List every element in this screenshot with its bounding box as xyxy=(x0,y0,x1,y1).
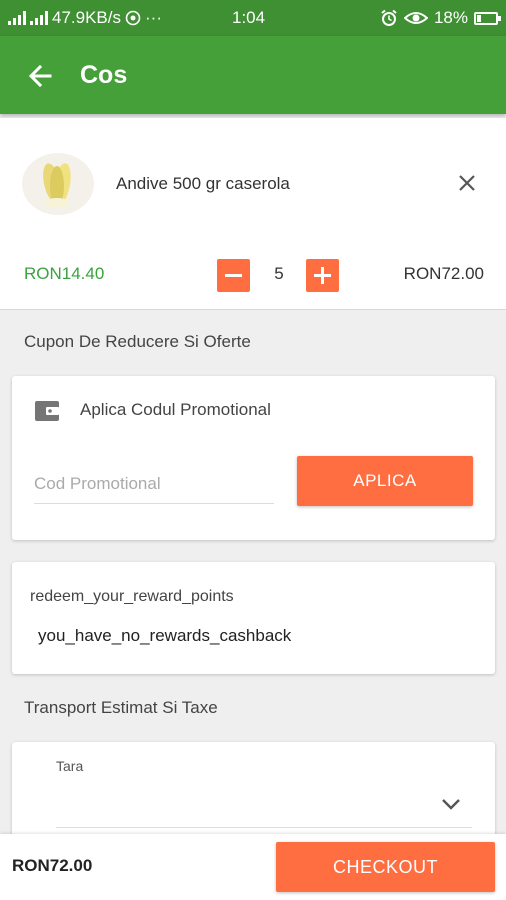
wallet-icon xyxy=(35,401,59,421)
apply-promo-button[interactable]: APLICA xyxy=(297,456,473,506)
battery-icon xyxy=(474,11,501,25)
promo-card-title: Aplica Codul Promotional xyxy=(80,400,271,419)
product-name: Andive 500 gr caserola xyxy=(116,174,290,193)
increase-quantity-button[interactable] xyxy=(306,259,339,292)
eye-icon xyxy=(403,12,428,24)
country-label: Tara xyxy=(56,758,84,774)
promo-card: Aplica Codul Promotional APLICA xyxy=(12,376,495,540)
arrow-left-icon[interactable] xyxy=(26,62,54,90)
decrease-quantity-button[interactable] xyxy=(217,259,250,292)
reward-text: you_have_no_rewards_cashback xyxy=(38,626,292,645)
promo-code-input[interactable] xyxy=(34,464,274,504)
minus-icon xyxy=(225,274,242,277)
close-icon[interactable] xyxy=(454,170,480,196)
signal-icon xyxy=(30,11,48,25)
cart-item: Andive 500 gr caserola RON14.40 5 RON72.… xyxy=(0,118,506,310)
network-speed: 47.9KB/s xyxy=(52,8,121,27)
shipping-section-title: Transport Estimat Si Taxe xyxy=(24,698,218,717)
bottom-bar: RON72.00 CHECKOUT xyxy=(0,834,506,900)
alarm-icon xyxy=(381,9,397,26)
unit-price: RON14.40 xyxy=(24,264,105,283)
reward-card: redeem_your_reward_points you_have_no_re… xyxy=(12,562,495,674)
chevron-down-icon xyxy=(442,799,460,810)
page-title: Cos xyxy=(80,61,128,89)
cart-total: RON72.00 xyxy=(12,856,93,875)
country-select[interactable] xyxy=(56,784,472,828)
battery-percent: 18% xyxy=(433,8,468,27)
more-indicator: ··· xyxy=(145,8,162,27)
status-bar: 47.9KB/s ··· 1:04 18% xyxy=(0,0,506,36)
checkout-button[interactable]: CHECKOUT xyxy=(276,842,495,892)
coupon-section-title: Cupon De Reducere Si Oferte xyxy=(24,332,251,351)
clock: 1:04 xyxy=(232,8,266,27)
app-bar: Cos xyxy=(0,36,506,114)
product-image xyxy=(22,153,94,215)
line-total: RON72.00 xyxy=(403,264,484,283)
reward-title: redeem_your_reward_points xyxy=(30,588,234,605)
quantity-value: 5 xyxy=(274,264,284,283)
signal-icon xyxy=(8,11,26,25)
wifi-icon xyxy=(125,10,141,26)
